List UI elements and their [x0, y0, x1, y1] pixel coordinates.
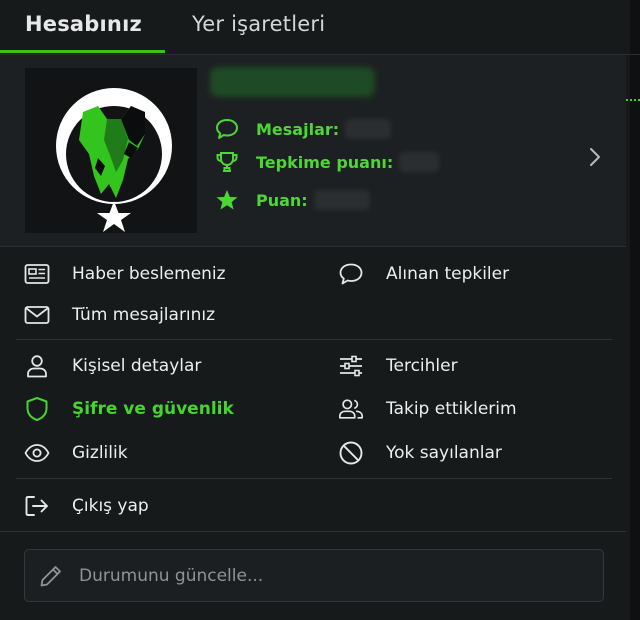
menu-following-label: Takip ettiklerim: [386, 399, 517, 419]
eye-icon: [24, 440, 50, 466]
envelope-icon: [24, 302, 50, 328]
stat-reaction-score: Tepkime puanı:: [214, 150, 440, 174]
sliders-icon: [338, 353, 364, 379]
menu-ignored-label: Yok sayılanlar: [386, 443, 502, 463]
menu-all-messages-label: Tüm mesajlarınız: [72, 305, 216, 325]
stat-messages: Mesajlar:: [214, 117, 392, 141]
menu-preferences-label: Tercihler: [386, 356, 458, 376]
ban-icon: [338, 440, 364, 466]
menu-divider: [16, 478, 612, 479]
stat-points-value-redacted: [313, 190, 370, 210]
status-update-box[interactable]: [24, 549, 604, 602]
star-icon: [214, 188, 240, 212]
account-tabs: Hesabınız Yer işaretleri: [0, 0, 640, 55]
menu-ignored[interactable]: Yok sayılanlar: [338, 439, 502, 467]
speech-bubble-icon: [338, 261, 364, 287]
tab-bookmarks[interactable]: Yer işaretleri: [192, 12, 325, 36]
menu-privacy-label: Gizlilik: [72, 443, 128, 463]
newspaper-icon: [24, 261, 50, 287]
menu-privacy[interactable]: Gizlilik: [24, 439, 128, 467]
window-edge-strip: [630, 0, 640, 620]
chevron-right-icon[interactable]: [584, 145, 606, 169]
menu-password-security-label: Şifre ve güvenlik: [72, 399, 234, 419]
stat-messages-label: Mesajlar:: [256, 119, 340, 139]
speech-bubble-icon: [214, 117, 240, 141]
menu-news-feed-label: Haber beslemeniz: [72, 264, 226, 284]
status-input[interactable]: [77, 564, 561, 587]
edge-indicator: [626, 99, 640, 101]
menu-divider: [16, 339, 612, 340]
menu-logout-label: Çıkış yap: [72, 496, 149, 516]
menu-following[interactable]: Takip ettiklerim: [338, 395, 517, 423]
tab-account[interactable]: Hesabınız: [25, 12, 142, 36]
menu-logout[interactable]: Çıkış yap: [24, 492, 149, 520]
username-redacted: [210, 67, 375, 97]
stat-reaction-score-value-redacted: [399, 152, 440, 172]
menu-password-security[interactable]: Şifre ve güvenlik: [24, 395, 234, 423]
users-icon: [338, 396, 364, 422]
active-tab-indicator: [0, 50, 165, 53]
menu-personal-details-label: Kişisel detaylar: [72, 356, 202, 376]
stat-messages-value-redacted: [345, 119, 392, 139]
menu-reactions-received-label: Alınan tepkiler: [386, 264, 510, 284]
avatar[interactable]: [25, 68, 197, 233]
stat-points: Puan:: [214, 188, 370, 212]
menu-all-messages[interactable]: Tüm mesajlarınız: [24, 301, 215, 329]
shield-icon: [24, 396, 50, 422]
profile-card[interactable]: Mesajlar: Tepkime puanı: Puan:: [0, 55, 626, 247]
stat-points-label: Puan:: [256, 190, 308, 210]
stat-reaction-score-label: Tepkime puanı:: [256, 152, 394, 172]
wolf-star-logo-icon: [25, 68, 197, 233]
section-divider: [0, 531, 626, 532]
trophy-icon: [214, 150, 240, 174]
pencil-icon: [39, 564, 63, 588]
user-icon: [24, 353, 50, 379]
menu-preferences[interactable]: Tercihler: [338, 352, 458, 380]
logout-icon: [24, 493, 50, 519]
menu-personal-details[interactable]: Kişisel detaylar: [24, 352, 201, 380]
menu-reactions-received[interactable]: Alınan tepkiler: [338, 260, 509, 288]
menu-news-feed[interactable]: Haber beslemeniz: [24, 260, 226, 288]
